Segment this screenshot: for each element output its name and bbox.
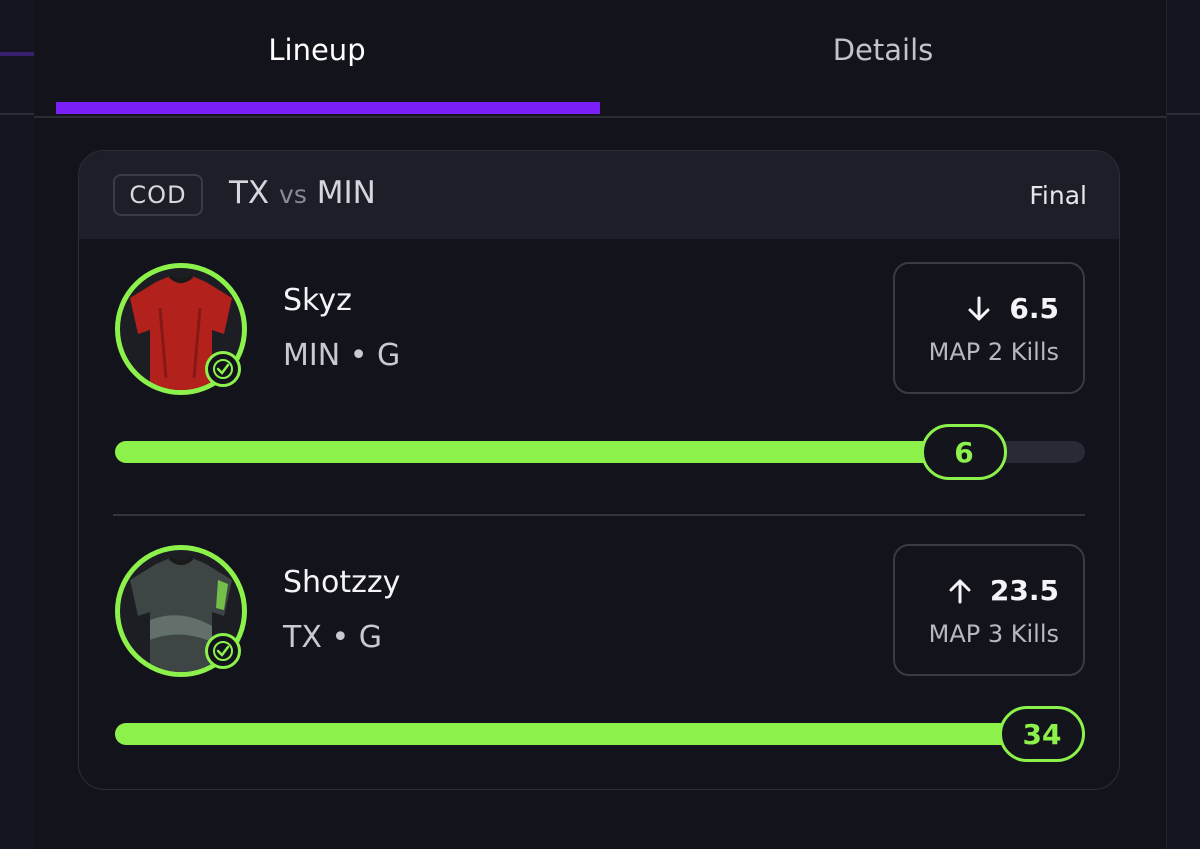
team-b: MIN: [316, 175, 376, 211]
check-icon: [205, 351, 241, 387]
player-name: Skyz: [283, 283, 352, 318]
lineup-panel: Lineup Details COD TX vs MIN Final Skyz …: [34, 0, 1166, 849]
right-panel-divider: [1167, 113, 1200, 115]
projection-value: 23.5: [989, 574, 1059, 607]
league-badge: COD: [113, 174, 203, 216]
left-panel-divider: [0, 113, 34, 115]
match-card-header: COD TX vs MIN Final: [79, 151, 1119, 239]
player-name: Shotzzy: [283, 565, 401, 600]
left-panel-edge: [0, 0, 35, 849]
projection-stat-label: MAP 2 Kills: [928, 338, 1059, 366]
player-team: MIN: [283, 338, 341, 373]
player-row[interactable]: Shotzzy TX • G 23.5 MAP 3 Kills 34: [79, 521, 1119, 789]
progress-fill: [115, 441, 1007, 463]
projection-value: 6.5: [1009, 292, 1059, 325]
player-meta: MIN • G: [283, 338, 400, 373]
projection-box: 6.5 MAP 2 Kills: [893, 262, 1085, 394]
left-panel-tab-indicator: [0, 52, 34, 56]
vs-label: vs: [279, 180, 307, 209]
projection-box: 23.5 MAP 3 Kills: [893, 544, 1085, 676]
right-panel-edge: [1166, 0, 1200, 849]
check-icon: [205, 633, 241, 669]
tab-bar: Lineup Details: [34, 0, 1166, 118]
progress-bar: 6: [115, 424, 1085, 480]
player-position: G: [358, 620, 382, 655]
row-divider: [113, 514, 1085, 516]
match-card: COD TX vs MIN Final Skyz MIN • G 6.5 MAP…: [78, 150, 1120, 790]
progress-fill: [115, 723, 1085, 745]
player-position: G: [376, 338, 401, 373]
match-status: Final: [1029, 181, 1087, 210]
arrow-down-icon: [968, 296, 990, 320]
player-meta: TX • G: [283, 620, 382, 655]
tab-details[interactable]: Details: [600, 0, 1166, 114]
matchup-title: TX vs MIN: [229, 175, 376, 211]
team-a: TX: [229, 175, 270, 211]
projection-line: 6.5: [965, 292, 1059, 325]
projection-line: 23.5: [946, 574, 1059, 607]
result-value: 34: [999, 706, 1085, 762]
progress-bar: 34: [115, 706, 1085, 762]
result-value: 6: [921, 424, 1007, 480]
active-tab-indicator: [56, 102, 600, 114]
player-team: TX: [283, 620, 322, 655]
meta-separator: •: [331, 620, 350, 655]
player-row[interactable]: Skyz MIN • G 6.5 MAP 2 Kills 6: [79, 239, 1119, 509]
arrow-up-icon: [949, 579, 971, 603]
projection-stat-label: MAP 3 Kills: [928, 620, 1059, 648]
tab-lineup[interactable]: Lineup: [34, 0, 600, 114]
meta-separator: •: [349, 338, 368, 373]
